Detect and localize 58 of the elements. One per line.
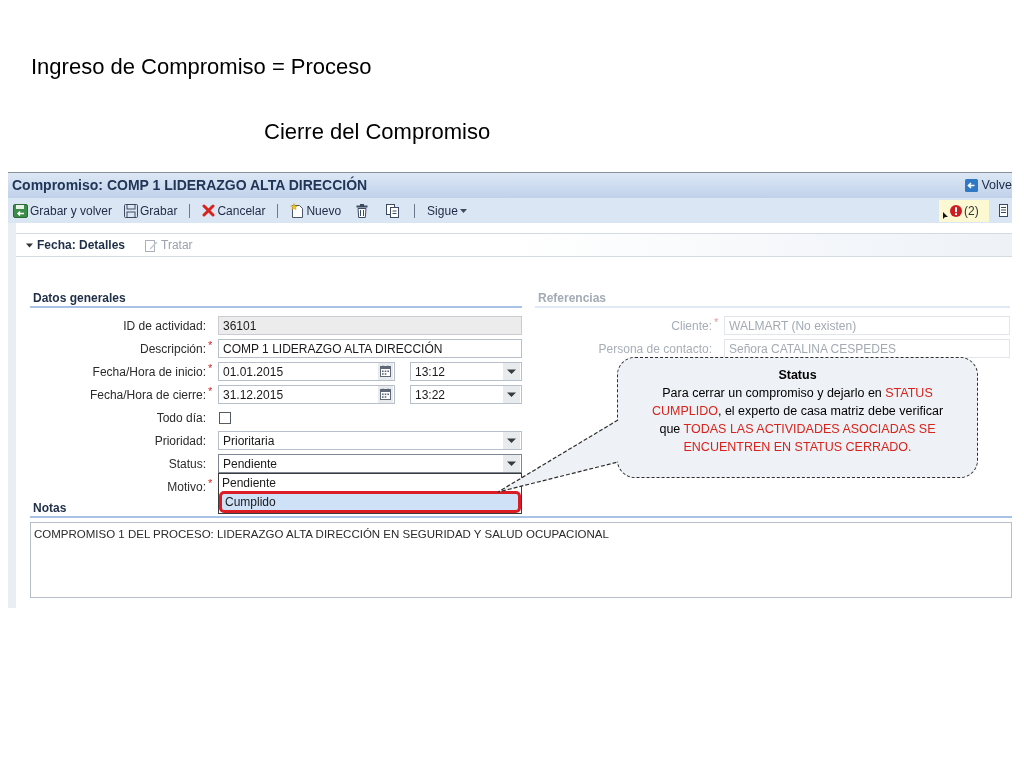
dropdown-caret-icon: [503, 432, 520, 449]
toolbar-button[interactable]: Cancelar: [202, 200, 266, 221]
callout-title: Status: [778, 367, 817, 384]
field-label: Fecha/Hora de cierre:: [89, 386, 206, 404]
cross-icon: [202, 204, 216, 217]
trash-icon: [356, 203, 369, 218]
cursor-icon: [943, 211, 948, 219]
callout-text: Para cerrar un compromiso y dejarlo en STATUS CUMPLIDO, el experto de casa matriz debe verificar que TODAS LAS ACTIVIDADES ASOCIADAS SE ENCUENTREN EN STATUS CERRADO.: [650, 385, 945, 456]
section-heading: Notas: [32, 500, 67, 516]
field-label: Fecha/Hora de inicio:: [92, 363, 206, 381]
dropdown-option[interactable]: Cumplido: [219, 491, 521, 513]
slide-title: Ingreso de Compromiso = Proceso: [31, 54, 372, 80]
select-field[interactable]: Pendiente: [218, 454, 522, 473]
time-select[interactable]: 13:22: [410, 385, 522, 404]
back-arrow-icon: [965, 179, 979, 192]
field-label: Status:: [168, 455, 206, 473]
time-select[interactable]: 13:12: [410, 362, 522, 381]
section-toggle[interactable]: Fecha: Detalles: [26, 236, 126, 254]
field-label: Cliente:: [671, 317, 712, 335]
caret-icon: [459, 208, 467, 213]
copy-icon: [386, 203, 400, 218]
section-heading: Referencias: [537, 290, 607, 306]
dropdown-caret-icon: [503, 363, 520, 380]
edit-icon: [145, 238, 159, 252]
field-label: Todo día:: [156, 409, 206, 427]
save-icon: [124, 203, 139, 218]
date-field[interactable]: 01.01.2015: [218, 362, 395, 381]
window-title: Compromiso: COMP 1 LIDERAZGO ALTA DIRECCIÓN: [12, 175, 368, 195]
required-mark: *: [714, 317, 719, 328]
toolbar-button[interactable]: Nuevo: [290, 200, 342, 221]
field-label: Prioridad:: [154, 432, 206, 450]
field-label: Persona de contacto:: [598, 340, 712, 358]
field-label: ID de actividad:: [123, 317, 206, 335]
menu-button[interactable]: Sigue: [427, 200, 467, 221]
back-link[interactable]: Volve: [965, 176, 1012, 195]
notes-textarea[interactable]: COMPROMISO 1 DEL PROCESO: LIDERAZGO ALTA DIRECCIÓN EN SEGURIDAD Y SALUD OCUPACIONAL: [30, 522, 1012, 598]
select-field[interactable]: Prioritaria: [218, 431, 522, 450]
dropdown-caret-icon: [503, 386, 520, 403]
required-mark: *: [208, 478, 213, 489]
checkbox[interactable]: [219, 411, 231, 424]
text-field[interactable]: COMP 1 LIDERAZGO ALTA DIRECCIÓN: [218, 339, 522, 358]
text-field[interactable]: 36101: [218, 316, 522, 335]
required-mark: *: [208, 363, 213, 374]
document-icon[interactable]: [999, 204, 1008, 217]
date-field[interactable]: 31.12.2015: [218, 385, 395, 404]
required-mark: *: [208, 340, 213, 351]
toolbar-button[interactable]: Grabar: [124, 200, 178, 221]
new-document-icon: [290, 203, 305, 218]
required-mark: *: [208, 386, 213, 397]
field-label: Descripción:: [139, 340, 206, 358]
alert-icon: [950, 204, 962, 217]
section-heading: Datos generales: [32, 290, 126, 306]
toolbar-button[interactable]: Grabar y volver: [13, 200, 113, 221]
slide-subtitle: Cierre del Compromiso: [264, 119, 491, 145]
calendar-icon: [378, 386, 393, 403]
field-label: Motivo:: [167, 478, 206, 496]
messages-indicator[interactable]: (2): [939, 199, 989, 222]
calendar-icon: [378, 363, 393, 380]
